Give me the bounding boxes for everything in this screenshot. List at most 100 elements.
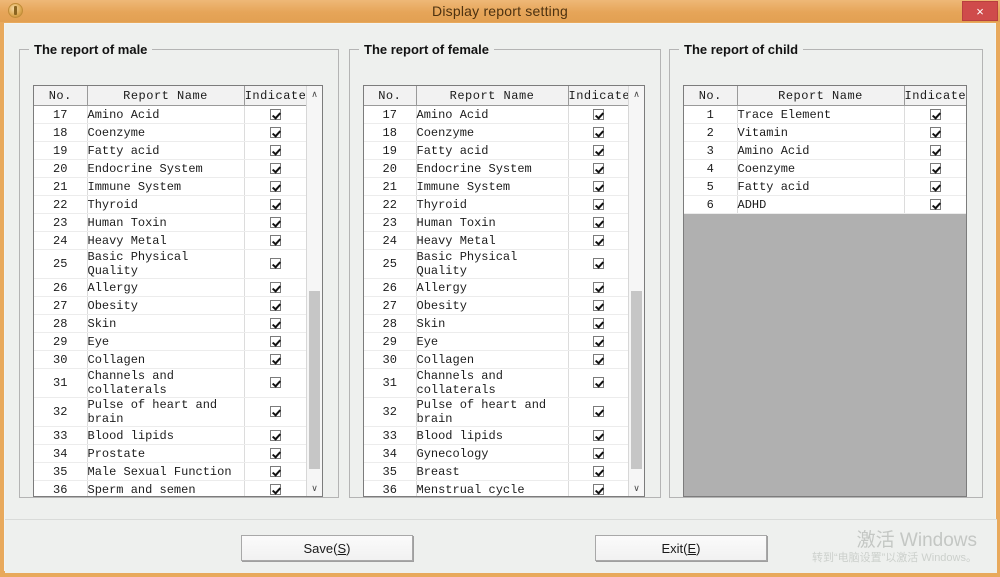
checkbox-checked-icon[interactable]	[593, 336, 604, 347]
cell-indicate[interactable]	[568, 333, 628, 351]
table-row[interactable]: 28Skin	[364, 315, 628, 333]
cell-indicate[interactable]	[568, 160, 628, 178]
checkbox-checked-icon[interactable]	[930, 181, 941, 192]
checkbox-checked-icon[interactable]	[270, 109, 281, 120]
checkbox-checked-icon[interactable]	[270, 127, 281, 138]
scrollbar-thumb-male[interactable]	[309, 291, 320, 469]
cell-indicate[interactable]	[244, 160, 306, 178]
table-row[interactable]: 4Coenzyme	[684, 160, 966, 178]
table-row[interactable]: 3Amino Acid	[684, 142, 966, 160]
checkbox-checked-icon[interactable]	[270, 163, 281, 174]
cell-indicate[interactable]	[244, 196, 306, 214]
checkbox-checked-icon[interactable]	[270, 406, 281, 417]
scrollbar-thumb-female[interactable]	[631, 291, 642, 469]
table-row[interactable]: 26Allergy	[364, 279, 628, 297]
cell-indicate[interactable]	[568, 398, 628, 427]
cell-indicate[interactable]	[568, 106, 628, 124]
checkbox-checked-icon[interactable]	[270, 282, 281, 293]
cell-indicate[interactable]	[568, 142, 628, 160]
table-row[interactable]: 25Basic Physical Quality	[364, 250, 628, 279]
checkbox-checked-icon[interactable]	[270, 217, 281, 228]
checkbox-checked-icon[interactable]	[930, 145, 941, 156]
cell-indicate[interactable]	[568, 351, 628, 369]
table-row[interactable]: 29Eye	[34, 333, 306, 351]
table-row[interactable]: 25Basic Physical Quality	[34, 250, 306, 279]
table-row[interactable]: 5Fatty acid	[684, 178, 966, 196]
table-row[interactable]: 27Obesity	[34, 297, 306, 315]
checkbox-checked-icon[interactable]	[593, 258, 604, 269]
checkbox-checked-icon[interactable]	[593, 109, 604, 120]
checkbox-checked-icon[interactable]	[593, 300, 604, 311]
checkbox-checked-icon[interactable]	[593, 430, 604, 441]
table-row[interactable]: 35Breast	[364, 463, 628, 481]
cell-indicate[interactable]	[244, 279, 306, 297]
table-row[interactable]: 35Male Sexual Function	[34, 463, 306, 481]
checkbox-checked-icon[interactable]	[270, 448, 281, 459]
cell-indicate[interactable]	[244, 232, 306, 250]
cell-indicate[interactable]	[568, 445, 628, 463]
table-row[interactable]: 23Human Toxin	[34, 214, 306, 232]
checkbox-checked-icon[interactable]	[593, 484, 604, 495]
table-row[interactable]: 36Menstrual cycle	[364, 481, 628, 497]
table-row[interactable]: 20Endocrine System	[34, 160, 306, 178]
table-row[interactable]: 22Thyroid	[364, 196, 628, 214]
cell-indicate[interactable]	[244, 106, 306, 124]
cell-indicate[interactable]	[244, 124, 306, 142]
table-row[interactable]: 19Fatty acid	[34, 142, 306, 160]
checkbox-checked-icon[interactable]	[930, 127, 941, 138]
table-row[interactable]: 1Trace Element	[684, 106, 966, 124]
checkbox-checked-icon[interactable]	[270, 300, 281, 311]
checkbox-checked-icon[interactable]	[593, 354, 604, 365]
table-row[interactable]: 33Blood lipids	[364, 427, 628, 445]
checkbox-checked-icon[interactable]	[270, 430, 281, 441]
scroll-down-arrow-icon[interactable]: ∨	[629, 480, 644, 496]
checkbox-checked-icon[interactable]	[593, 163, 604, 174]
checkbox-checked-icon[interactable]	[593, 466, 604, 477]
cell-indicate[interactable]	[244, 351, 306, 369]
cell-indicate[interactable]	[244, 398, 306, 427]
table-row[interactable]: 18Coenzyme	[364, 124, 628, 142]
table-row[interactable]: 24Heavy Metal	[34, 232, 306, 250]
cell-indicate[interactable]	[244, 333, 306, 351]
checkbox-checked-icon[interactable]	[593, 318, 604, 329]
cell-indicate[interactable]	[568, 124, 628, 142]
checkbox-checked-icon[interactable]	[270, 354, 281, 365]
table-row[interactable]: 32Pulse of heart and brain	[34, 398, 306, 427]
scroll-up-arrow-icon[interactable]: ∧	[629, 86, 644, 102]
table-row[interactable]: 26Allergy	[34, 279, 306, 297]
cell-indicate[interactable]	[568, 232, 628, 250]
cell-indicate[interactable]	[568, 178, 628, 196]
report-grid-female[interactable]: No. Report Name Indicate 17Amino Acid18C…	[363, 85, 645, 497]
table-row[interactable]: 32Pulse of heart and brain	[364, 398, 628, 427]
table-row[interactable]: 22Thyroid	[34, 196, 306, 214]
cell-indicate[interactable]	[904, 142, 966, 160]
cell-indicate[interactable]	[244, 250, 306, 279]
checkbox-checked-icon[interactable]	[593, 127, 604, 138]
checkbox-checked-icon[interactable]	[270, 199, 281, 210]
scrollbar-female[interactable]: ∧ ∨	[628, 86, 644, 496]
checkbox-checked-icon[interactable]	[270, 377, 281, 388]
checkbox-checked-icon[interactable]	[593, 282, 604, 293]
cell-indicate[interactable]	[568, 214, 628, 232]
checkbox-checked-icon[interactable]	[270, 181, 281, 192]
checkbox-checked-icon[interactable]	[593, 181, 604, 192]
cell-indicate[interactable]	[904, 178, 966, 196]
table-row[interactable]: 34Prostate	[34, 445, 306, 463]
checkbox-checked-icon[interactable]	[270, 466, 281, 477]
checkbox-checked-icon[interactable]	[930, 199, 941, 210]
cell-indicate[interactable]	[244, 214, 306, 232]
table-row[interactable]: 21Immune System	[364, 178, 628, 196]
table-row[interactable]: 19Fatty acid	[364, 142, 628, 160]
cell-indicate[interactable]	[244, 142, 306, 160]
report-grid-male[interactable]: No. Report Name Indicate 17Amino Acid18C…	[33, 85, 323, 497]
cell-indicate[interactable]	[244, 463, 306, 481]
cell-indicate[interactable]	[904, 124, 966, 142]
table-row[interactable]: 29Eye	[364, 333, 628, 351]
table-row[interactable]: 30Collagen	[34, 351, 306, 369]
table-row[interactable]: 17Amino Acid	[364, 106, 628, 124]
table-row[interactable]: 21Immune System	[34, 178, 306, 196]
table-row[interactable]: 36Sperm and semen	[34, 481, 306, 497]
cell-indicate[interactable]	[904, 106, 966, 124]
cell-indicate[interactable]	[244, 427, 306, 445]
checkbox-checked-icon[interactable]	[270, 145, 281, 156]
